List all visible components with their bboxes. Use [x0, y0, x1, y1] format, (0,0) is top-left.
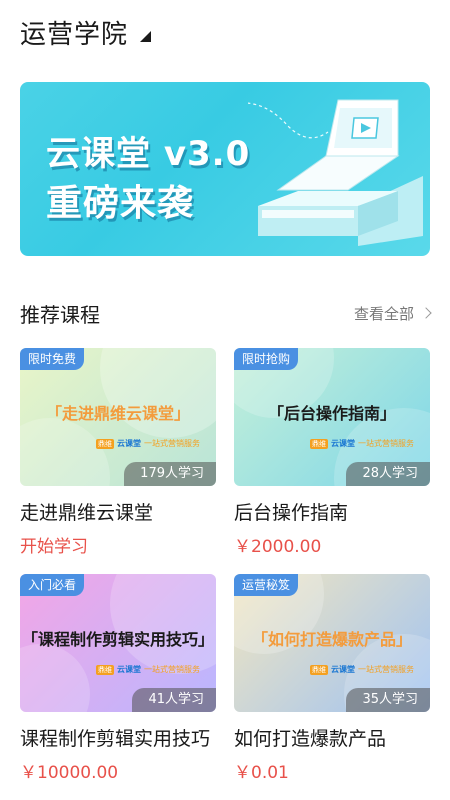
- mini-logo-name: 云课堂: [117, 439, 141, 448]
- mini-logo-name: 云课堂: [331, 665, 355, 674]
- course-tag: 入门必看: [20, 574, 85, 596]
- laptop-book-illustration-icon: [248, 99, 423, 246]
- mini-logo: 鼎维 云课堂 一站式营销服务: [310, 664, 414, 675]
- course-card[interactable]: 入门必看 「课程制作剪辑实用技巧」 鼎维 云课堂 一站式营销服务 41人学习 课…: [20, 574, 216, 783]
- course-price[interactable]: ￥0.01: [234, 758, 430, 783]
- course-price[interactable]: ￥2000.00: [234, 532, 430, 557]
- see-all-link[interactable]: 查看全部: [353, 303, 432, 324]
- thumbnail-title: 「如何打造爆款产品」: [251, 630, 412, 649]
- learner-count: 41人学习: [132, 688, 216, 712]
- thumbnail-title: 「走进鼎维云课堂」: [45, 404, 190, 423]
- course-thumbnail[interactable]: 入门必看 「课程制作剪辑实用技巧」 鼎维 云课堂 一站式营销服务 41人学习: [20, 574, 216, 712]
- course-price[interactable]: 开始学习: [20, 532, 216, 557]
- course-tag: 限时免费: [20, 348, 85, 370]
- thumbnail-title: 「课程制作剪辑实用技巧」: [21, 630, 214, 649]
- course-card[interactable]: 运营秘笈 「如何打造爆款产品」 鼎维 云课堂 一站式营销服务 35人学习 如何打…: [234, 574, 430, 783]
- mini-logo-badge: 鼎维: [310, 438, 328, 449]
- mini-logo-badge: 鼎维: [96, 438, 114, 449]
- mini-logo-badge: 鼎维: [96, 664, 114, 675]
- section-title: 推荐课程: [20, 302, 100, 327]
- course-title[interactable]: 课程制作剪辑实用技巧: [20, 726, 216, 752]
- course-thumbnail[interactable]: 限时抢购 「后台操作指南」 鼎维 云课堂 一站式营销服务 28人学习: [234, 348, 430, 486]
- mini-logo-slogan: 一站式营销服务: [144, 439, 200, 448]
- course-thumbnail[interactable]: 运营秘笈 「如何打造爆款产品」 鼎维 云课堂 一站式营销服务 35人学习: [234, 574, 430, 712]
- learner-count: 179人学习: [124, 462, 216, 486]
- learner-count: 28人学习: [346, 462, 430, 486]
- course-card[interactable]: 限时免费 「走进鼎维云课堂」 鼎维 云课堂 一站式营销服务 179人学习 走进鼎…: [20, 348, 216, 557]
- mini-logo-slogan: 一站式营销服务: [358, 665, 414, 674]
- course-title[interactable]: 走进鼎维云课堂: [20, 500, 216, 526]
- mini-logo: 鼎维 云课堂 一站式营销服务: [96, 438, 200, 449]
- header: 运营学院: [20, 14, 152, 50]
- recommended-section-header: 推荐课程 查看全部: [20, 298, 432, 328]
- course-title[interactable]: 后台操作指南: [234, 500, 430, 526]
- mini-logo-badge: 鼎维: [310, 664, 328, 675]
- thumbnail-title: 「后台操作指南」: [267, 404, 396, 423]
- banner-title-line1: 云课堂 v3.0: [46, 134, 251, 174]
- mini-logo-name: 云课堂: [117, 665, 141, 674]
- mini-logo-slogan: 一站式营销服务: [358, 439, 414, 448]
- promo-banner[interactable]: 云课堂 v3.0 重磅来袭: [20, 82, 430, 256]
- banner-title-line2: 重磅来袭: [46, 183, 195, 224]
- see-all-label: 查看全部: [353, 304, 414, 323]
- page-title: 运营学院: [20, 19, 129, 50]
- mini-logo-slogan: 一站式营销服务: [144, 665, 200, 674]
- course-thumbnail[interactable]: 限时免费 「走进鼎维云课堂」 鼎维 云课堂 一站式营销服务 179人学习: [20, 348, 216, 486]
- course-price[interactable]: ￥10000.00: [20, 758, 216, 783]
- learner-count: 35人学习: [346, 688, 430, 712]
- course-title[interactable]: 如何打造爆款产品: [234, 726, 430, 752]
- mini-logo-name: 云课堂: [331, 439, 355, 448]
- course-tag: 限时抢购: [234, 348, 299, 370]
- course-card[interactable]: 限时抢购 「后台操作指南」 鼎维 云课堂 一站式营销服务 28人学习 后台操作指…: [234, 348, 430, 557]
- mini-logo: 鼎维 云课堂 一站式营销服务: [96, 664, 200, 675]
- dropdown-caret-icon[interactable]: [140, 30, 152, 42]
- course-tag: 运营秘笈: [234, 574, 299, 596]
- mini-logo: 鼎维 云课堂 一站式营销服务: [310, 438, 414, 449]
- chevron-right-icon: [420, 307, 432, 319]
